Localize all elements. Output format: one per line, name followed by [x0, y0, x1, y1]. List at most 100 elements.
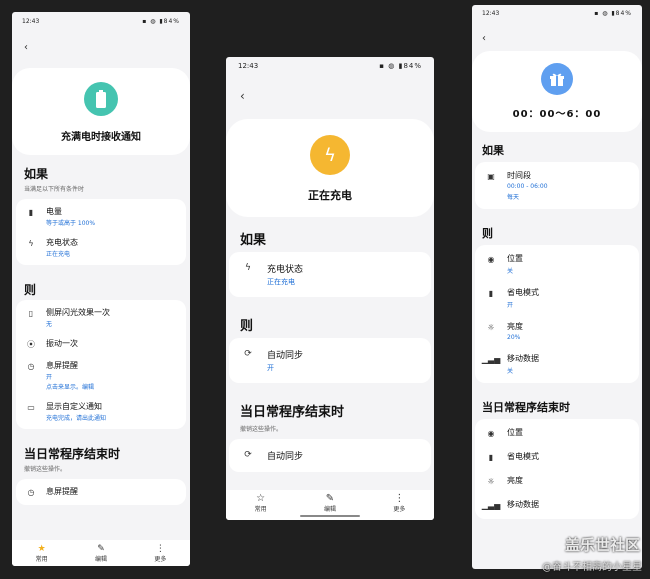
pencil-icon: ✎	[325, 493, 335, 504]
mobile-data-icon: ▁▃▅	[481, 500, 501, 510]
action-value: 关	[507, 268, 514, 275]
end-action-brightness[interactable]: ☼ 亮度	[475, 469, 639, 493]
action-location[interactable]: ◉ 位置关	[475, 247, 639, 281]
end-section-title: 当日常程序结束时	[24, 447, 121, 461]
routine-title: 00：00～6：00	[512, 109, 602, 120]
back-arrow-icon[interactable]: ‹	[240, 89, 245, 103]
condition-value: 正在充电	[267, 278, 295, 286]
aod-icon: ◷	[27, 361, 35, 371]
status-time: 12:43	[22, 17, 40, 25]
power-saving-icon: ▮	[488, 288, 494, 298]
nav-favorites[interactable]: ☆ 常用	[255, 493, 267, 513]
aod-icon: ◷	[27, 487, 35, 497]
action-label: 自动同步	[267, 452, 304, 462]
then-section-title: 则	[240, 319, 254, 334]
action-label: 省电模式	[507, 288, 539, 297]
action-label: 息屏提醒	[46, 487, 78, 496]
action-brightness[interactable]: ☼ 亮度 20%	[475, 315, 639, 347]
end-actions-card: ◉ 位置 ▮ 省电模式 ☼ 亮度 ▁▃▅ 移动数据	[475, 419, 639, 519]
bolt-icon: ϟ	[245, 263, 251, 273]
phone-screen-night-schedule: 12:43 ▪ ◍ ▮84% ‹ 00：00～6：00 如果 ▣ 时间段 00:0…	[472, 5, 642, 569]
gift-icon	[541, 63, 573, 95]
action-power-saving[interactable]: ▮ 省电模式开	[475, 281, 639, 315]
condition-value: 00:00 - 06:00	[507, 183, 548, 190]
nav-label: 编辑	[323, 506, 336, 513]
end-section-title: 当日常程序结束时	[240, 405, 345, 420]
condition-battery-level[interactable]: ▮ 电量 等于或高于 100%	[16, 201, 186, 232]
battery-level: 84%	[615, 9, 632, 17]
action-label: 亮度	[507, 476, 523, 485]
actions-card: ⟳ 自动同步开	[229, 338, 431, 383]
nav-favorites[interactable]: ★ 常用	[36, 544, 48, 563]
action-label: 移动数据	[507, 354, 539, 363]
action-label: 位置	[507, 428, 523, 437]
condition-label: 充电状态	[267, 265, 304, 275]
action-value: 开	[507, 302, 514, 309]
end-action-location[interactable]: ◉ 位置	[475, 421, 639, 445]
star-icon: ★	[37, 543, 46, 554]
mobile-data-icon: ▁▃▅	[481, 354, 501, 364]
action-mobile-data[interactable]: ▁▃▅ 移动数据关	[475, 347, 639, 381]
location-icon: ◉	[487, 254, 495, 264]
routine-title: 正在充电	[308, 189, 352, 202]
condition-charging-state[interactable]: ϟ 充电状态正在充电	[229, 256, 431, 293]
brightness-icon: ☼	[487, 322, 495, 332]
more-icon: ⋮	[394, 493, 405, 504]
nav-label: 更多	[154, 555, 167, 563]
end-action-power-saving[interactable]: ▮ 省电模式	[475, 445, 639, 469]
if-section-title: 如果	[240, 233, 267, 248]
gesture-bar[interactable]	[300, 515, 360, 517]
action-value: 20%	[507, 334, 521, 341]
status-icons: ▪ ◍ ▮84%	[142, 17, 180, 25]
end-action-mobile-data[interactable]: ▁▃▅ 移动数据	[475, 493, 639, 517]
status-time: 12:43	[482, 9, 500, 17]
action-vibrate[interactable]: ⦿ 振动一次	[16, 333, 186, 355]
location-icon: ◉	[487, 428, 495, 438]
action-custom-notification[interactable]: ▭ 显示自定义通知 充电完成，请出此通知	[16, 396, 186, 427]
action-edge-lighting[interactable]: ▯ 侧屏闪光效果一次无	[16, 302, 186, 333]
action-always-on-display[interactable]: ◷ 息屏提醒开点击来显示。编辑	[16, 355, 186, 396]
action-label: 自动同步	[267, 351, 304, 361]
nav-label: 编辑	[94, 555, 107, 563]
star-icon: ☆	[256, 493, 266, 504]
end-actions-card: ◷ 息屏提醒	[16, 479, 186, 505]
sync-icon: ⟳	[244, 349, 252, 359]
phone-screen-charging: 12:43 ▪ ◍ ▮84% ‹ ϟ 正在充电 如果 ϟ 充电状态 正在充电 则 …	[226, 57, 434, 520]
end-action-always-on-display[interactable]: ◷ 息屏提醒	[16, 481, 186, 503]
nav-more[interactable]: ⋮ 更多	[154, 544, 166, 563]
action-label: 显示自定义通知	[46, 402, 102, 411]
action-label: 位置	[507, 254, 523, 263]
status-bar: 12:43 ▪ ◍ ▮84%	[12, 12, 190, 30]
notification-icon: ▭	[27, 402, 35, 412]
action-label: 息屏提醒	[46, 361, 78, 370]
battery-icon: ▮	[28, 207, 34, 217]
status-bar: 12:43 ▪ ◍ ▮84%	[226, 57, 434, 75]
if-section-title: 如果	[24, 167, 49, 181]
action-value-detail: 点击来显示。编辑	[46, 384, 95, 391]
battery-level: 84%	[163, 17, 180, 25]
nav-edit[interactable]: ✎ 编辑	[95, 544, 107, 563]
action-value: 关	[507, 368, 514, 375]
vibrate-icon: ⦿	[27, 339, 35, 349]
bolt-icon: ϟ	[28, 238, 34, 248]
phone-screen-full-charge: 12:43 ▪ ◍ ▮84% ‹ 充满电时接收通知 如果 当满足以下所有条件时 …	[12, 12, 190, 566]
status-icons: ▪ ◍ ▮84%	[379, 62, 422, 70]
watermark-author: @奋斗不相离的小星星	[542, 562, 642, 573]
end-section-title: 当日常程序结束时	[482, 401, 570, 414]
action-label: 侧屏闪光效果一次	[46, 308, 110, 317]
actions-card: ▯ 侧屏闪光效果一次无 ⦿ 振动一次 ◷ 息屏提醒开点击来显示。编辑 ▭ 显示自…	[16, 300, 186, 429]
back-arrow-icon[interactable]: ‹	[482, 33, 486, 44]
bottom-nav: ☆ 常用 ✎ 编辑 ⋮ 更多	[226, 490, 434, 520]
nav-edit[interactable]: ✎ 编辑	[324, 493, 336, 513]
action-auto-sync[interactable]: ⟳ 自动同步开	[229, 342, 431, 379]
condition-value: 正在充电	[46, 251, 71, 258]
condition-charging-state[interactable]: ϟ 充电状态 正在充电	[16, 232, 186, 263]
condition-time-period[interactable]: ▣ 时间段 00:00 - 06:00 每天	[475, 164, 639, 207]
routine-header: ϟ 正在充电	[226, 119, 434, 217]
condition-label: 时间段	[507, 171, 531, 180]
back-arrow-icon[interactable]: ‹	[24, 42, 28, 53]
end-action-auto-sync[interactable]: ⟳ 自动同步	[229, 443, 431, 468]
nav-more[interactable]: ⋮ 更多	[393, 493, 405, 513]
action-label: 移动数据	[507, 500, 539, 509]
action-value: 无	[46, 321, 53, 328]
